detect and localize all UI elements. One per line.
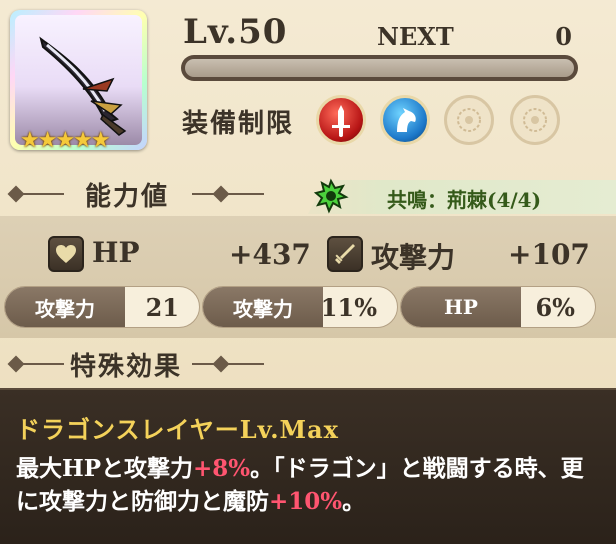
bonus-value: 11%: [320, 292, 377, 322]
desc-highlight: +10%: [269, 488, 343, 515]
empty-slot-icon: [444, 95, 494, 145]
special-effect-name: ドラゴンスレイヤーLv.Max: [16, 415, 339, 444]
bonus-label: 攻撃力: [203, 287, 323, 327]
exp-bar: [181, 55, 578, 81]
thorn-resonance-icon: [313, 178, 349, 214]
exp-track: [185, 59, 574, 77]
cavalry-horse-icon: [380, 95, 430, 145]
next-value: 0: [555, 22, 572, 51]
bonus-value: 6%: [535, 292, 575, 322]
sword-attack-icon: [327, 236, 363, 272]
scythe-blade-icon: [39, 36, 127, 136]
level-label: Lv.50: [183, 12, 288, 52]
weapon-detail-panel: ★★★★★ Lv.50 NEXT 0 装備制限 能力値 共鳴：荊棘(4/4) H…: [0, 0, 616, 544]
special-effect-description: 最大HPと攻撃力+8%。「ドラゴン」と戦闘する時、更に攻撃力と防御力と魔防+10…: [16, 452, 606, 518]
rarity-stars: ★★★★★: [20, 128, 111, 153]
heart-icon: [48, 236, 84, 272]
attack-value: +107: [508, 238, 590, 271]
bonus-pill-attack-percent: 攻撃力 11%: [202, 286, 398, 328]
special-title: 特殊効果: [70, 352, 183, 382]
empty-slot-icon: [510, 95, 560, 145]
bonus-pill-attack-flat: 攻撃力 21: [4, 286, 200, 328]
hp-value: +437: [229, 238, 311, 271]
next-label: NEXT: [377, 22, 454, 51]
bonus-pill-hp-percent: HP 6%: [400, 286, 596, 328]
sword-class-icon: [316, 95, 366, 145]
desc-part: 。: [342, 488, 366, 515]
desc-highlight: +8%: [193, 455, 251, 482]
attack-label: 攻撃力: [371, 241, 456, 274]
weapon-image: [15, 15, 142, 145]
abilities-title: 能力値: [85, 182, 170, 212]
hp-label: HP: [92, 236, 140, 269]
bonus-label: HP: [401, 287, 521, 327]
resonance-text: 共鳴：荊棘(4/4): [387, 188, 542, 212]
equip-restriction-label: 装備制限: [182, 109, 295, 139]
desc-part: 最大HPと攻撃力: [16, 455, 194, 482]
bonus-value: 21: [145, 292, 179, 322]
bonus-label: 攻撃力: [5, 287, 125, 327]
